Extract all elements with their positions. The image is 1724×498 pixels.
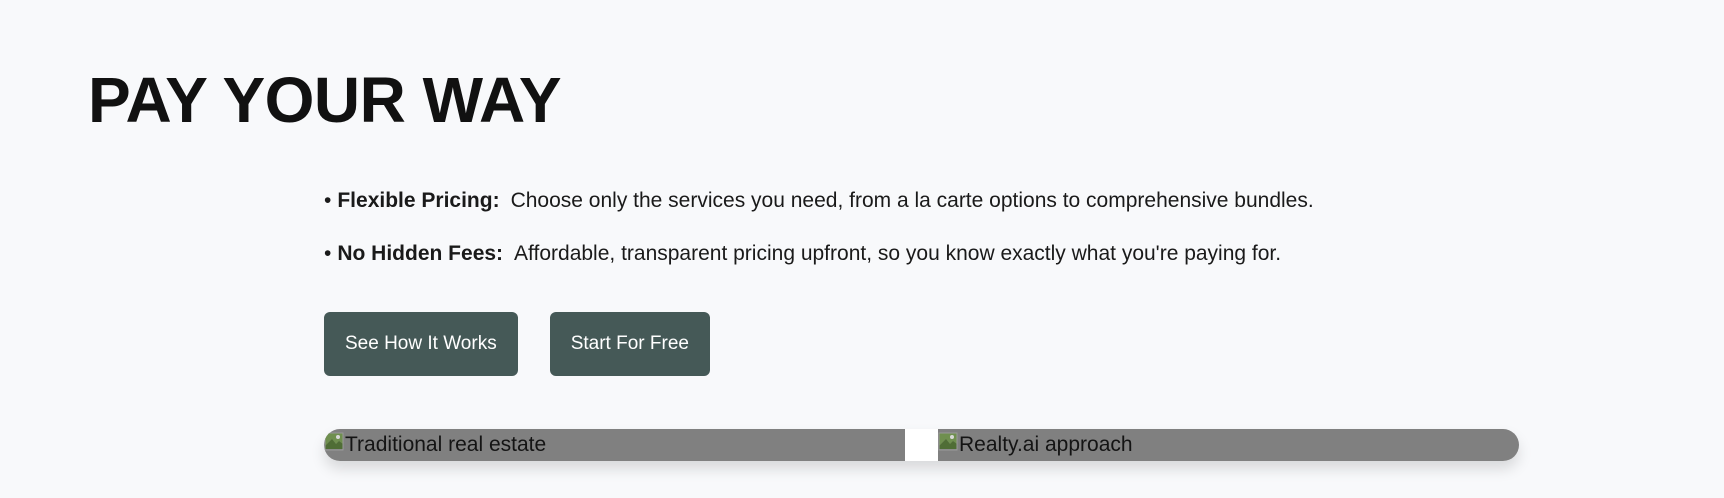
- image-alt-text: Realty.ai approach: [959, 433, 1133, 456]
- cta-button-group: See How It Works Start For Free: [324, 312, 710, 376]
- feature-item-flexible-pricing: • Flexible Pricing: Choose only the serv…: [324, 184, 1314, 218]
- feature-list: • Flexible Pricing: Choose only the serv…: [324, 184, 1314, 290]
- feature-title: Flexible Pricing:: [337, 189, 500, 212]
- broken-image-icon: [938, 431, 958, 451]
- image-alt-text: Traditional real estate: [345, 433, 547, 456]
- bullet: •: [324, 189, 332, 212]
- feature-description: Choose only the services you need, from …: [510, 189, 1314, 212]
- image-divider: [905, 429, 938, 461]
- see-how-it-works-button[interactable]: See How It Works: [324, 312, 518, 376]
- page-title: PAY YOUR WAY: [88, 64, 562, 136]
- page: PAY YOUR WAY • Flexible Pricing: Choose …: [0, 0, 1724, 498]
- comparison-images: Traditional real estate Realty.ai approa…: [324, 429, 1519, 461]
- start-for-free-button[interactable]: Start For Free: [549, 312, 710, 376]
- feature-title: No Hidden Fees:: [337, 242, 504, 265]
- traditional-real-estate-image: Traditional real estate: [324, 429, 905, 461]
- bullet: •: [324, 242, 332, 265]
- feature-description: Affordable, transparent pricing upfront,…: [514, 242, 1282, 265]
- feature-item-no-hidden-fees: • No Hidden Fees: Affordable, transparen…: [324, 237, 1314, 271]
- realty-ai-approach-image: Realty.ai approach: [938, 429, 1519, 461]
- broken-image-icon: [324, 431, 344, 451]
